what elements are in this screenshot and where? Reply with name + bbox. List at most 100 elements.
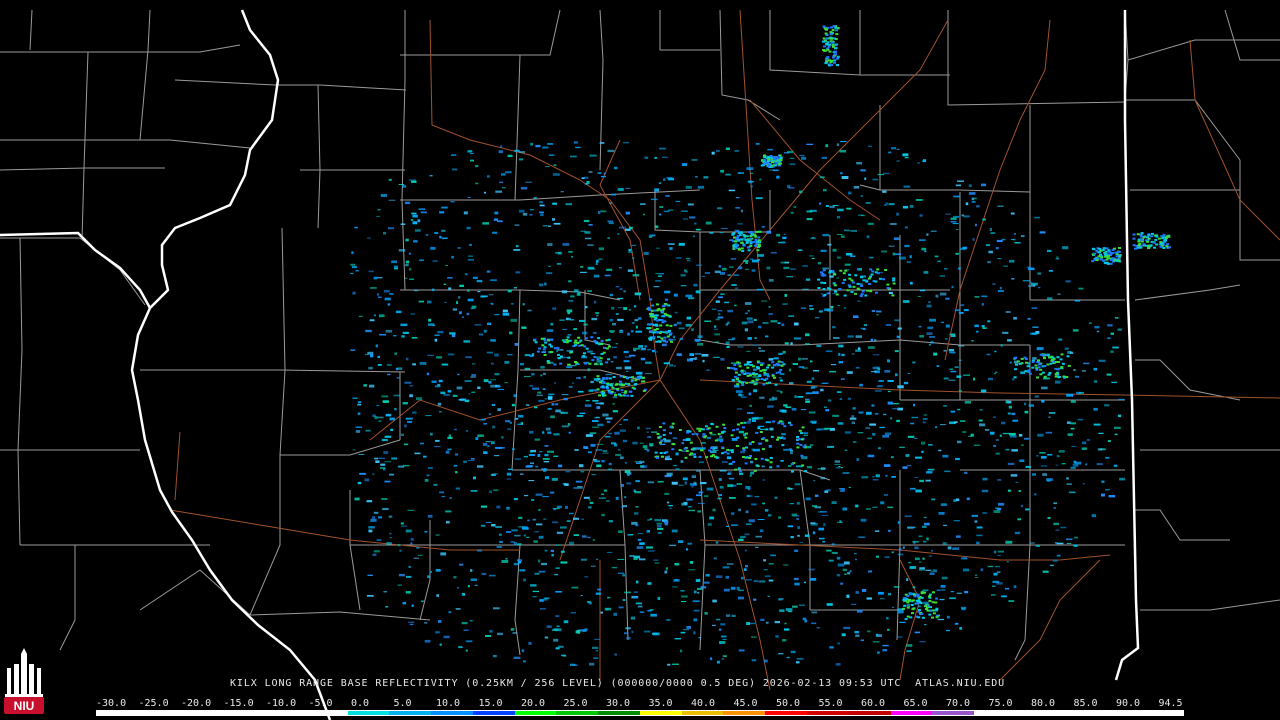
radar-echo xyxy=(822,267,829,270)
radar-echo xyxy=(470,490,478,492)
radar-echo xyxy=(664,570,668,574)
radar-echo xyxy=(798,357,801,361)
radar-echo xyxy=(639,542,645,545)
radar-echo xyxy=(1070,466,1076,469)
radar-echo xyxy=(377,364,382,366)
radar-echo xyxy=(470,569,473,572)
radar-echo xyxy=(655,225,659,229)
radar-echo xyxy=(1040,456,1047,459)
radar-echo xyxy=(756,360,760,363)
radar-echo xyxy=(504,382,508,384)
radar-echo xyxy=(464,380,472,382)
radar-echo xyxy=(1140,239,1144,241)
radar-echo xyxy=(820,273,824,276)
radar-echo xyxy=(418,208,425,210)
radar-echo xyxy=(943,524,947,526)
radar-echo xyxy=(832,61,836,64)
radar-echo xyxy=(538,559,541,563)
radar-echo xyxy=(593,274,600,278)
radar-echo xyxy=(770,161,774,164)
radar-echo xyxy=(491,403,496,406)
radar-echo xyxy=(751,503,757,506)
radar-echo xyxy=(1003,265,1009,267)
radar-echo xyxy=(735,378,739,381)
radar-echo xyxy=(595,262,598,265)
radar-echo xyxy=(838,361,844,364)
radar-echo xyxy=(656,522,663,525)
radar-echo xyxy=(698,455,702,458)
radar-echo xyxy=(945,213,951,215)
radar-echo xyxy=(798,429,802,432)
radar-echo xyxy=(372,516,376,519)
radar-echo xyxy=(851,281,855,284)
radar-echo xyxy=(904,515,912,518)
radar-echo xyxy=(515,271,521,274)
radar-echo xyxy=(405,417,413,420)
radar-echo xyxy=(784,294,787,297)
radar-echo xyxy=(880,501,885,505)
radar-echo xyxy=(719,232,724,234)
radar-echo xyxy=(591,474,596,476)
radar-echo xyxy=(1014,356,1018,359)
radar-echo xyxy=(996,571,1001,573)
radar-echo xyxy=(1105,456,1110,459)
radar-echo xyxy=(921,160,926,162)
radar-echo xyxy=(968,435,973,437)
radar-echo xyxy=(955,498,960,502)
radar-echo xyxy=(581,518,584,520)
radar-echo xyxy=(891,606,895,608)
radar-echo xyxy=(772,364,776,367)
radar-echo xyxy=(548,343,552,346)
radar-echo xyxy=(381,498,388,500)
radar-echo xyxy=(556,544,561,546)
radar-echo xyxy=(745,510,749,514)
radar-echo xyxy=(1043,365,1047,367)
radar-echo xyxy=(750,636,757,638)
radar-echo xyxy=(972,238,975,241)
radar-echo xyxy=(928,343,931,346)
radar-echo xyxy=(357,412,361,415)
radar-echo xyxy=(635,330,643,333)
radar-echo xyxy=(600,210,607,213)
radar-echo xyxy=(893,586,900,588)
radar-echo xyxy=(769,427,774,431)
radar-echo xyxy=(647,348,651,351)
radar-echo xyxy=(1056,361,1060,363)
radar-echo xyxy=(1021,444,1024,446)
radar-echo xyxy=(714,325,717,328)
radar-echo xyxy=(1042,473,1047,476)
radar-echo xyxy=(744,302,752,305)
radar-echo xyxy=(444,301,447,303)
radar-echo xyxy=(934,255,939,258)
radar-echo xyxy=(958,345,965,347)
radar-echo xyxy=(647,481,654,484)
radar-echo xyxy=(659,206,664,208)
radar-echo xyxy=(1155,243,1159,246)
radar-echo xyxy=(718,494,722,497)
radar-echo xyxy=(556,531,564,534)
radar-echo xyxy=(892,252,895,256)
radar-echo xyxy=(958,390,962,392)
radar-echo xyxy=(678,540,684,543)
radar-echo xyxy=(897,327,902,330)
radar-echo xyxy=(881,250,887,253)
radar-echo xyxy=(597,172,602,174)
radar-echo xyxy=(673,365,676,367)
radar-echo xyxy=(561,394,569,396)
radar-echo xyxy=(448,611,452,614)
radar-echo xyxy=(974,296,980,298)
radar-echo xyxy=(759,369,763,372)
radar-echo xyxy=(917,616,921,619)
radar-echo xyxy=(547,396,553,400)
radar-echo xyxy=(497,388,505,390)
scale-color-cell xyxy=(1141,711,1183,715)
radar-echo xyxy=(393,394,400,397)
radar-echo xyxy=(614,653,617,656)
radar-echo xyxy=(1041,386,1048,390)
radar-echo xyxy=(454,453,459,456)
radar-echo xyxy=(544,282,547,286)
radar-echo xyxy=(354,497,360,501)
radar-echo xyxy=(1081,370,1086,372)
radar-echo xyxy=(467,585,470,588)
radar-echo xyxy=(636,546,644,549)
